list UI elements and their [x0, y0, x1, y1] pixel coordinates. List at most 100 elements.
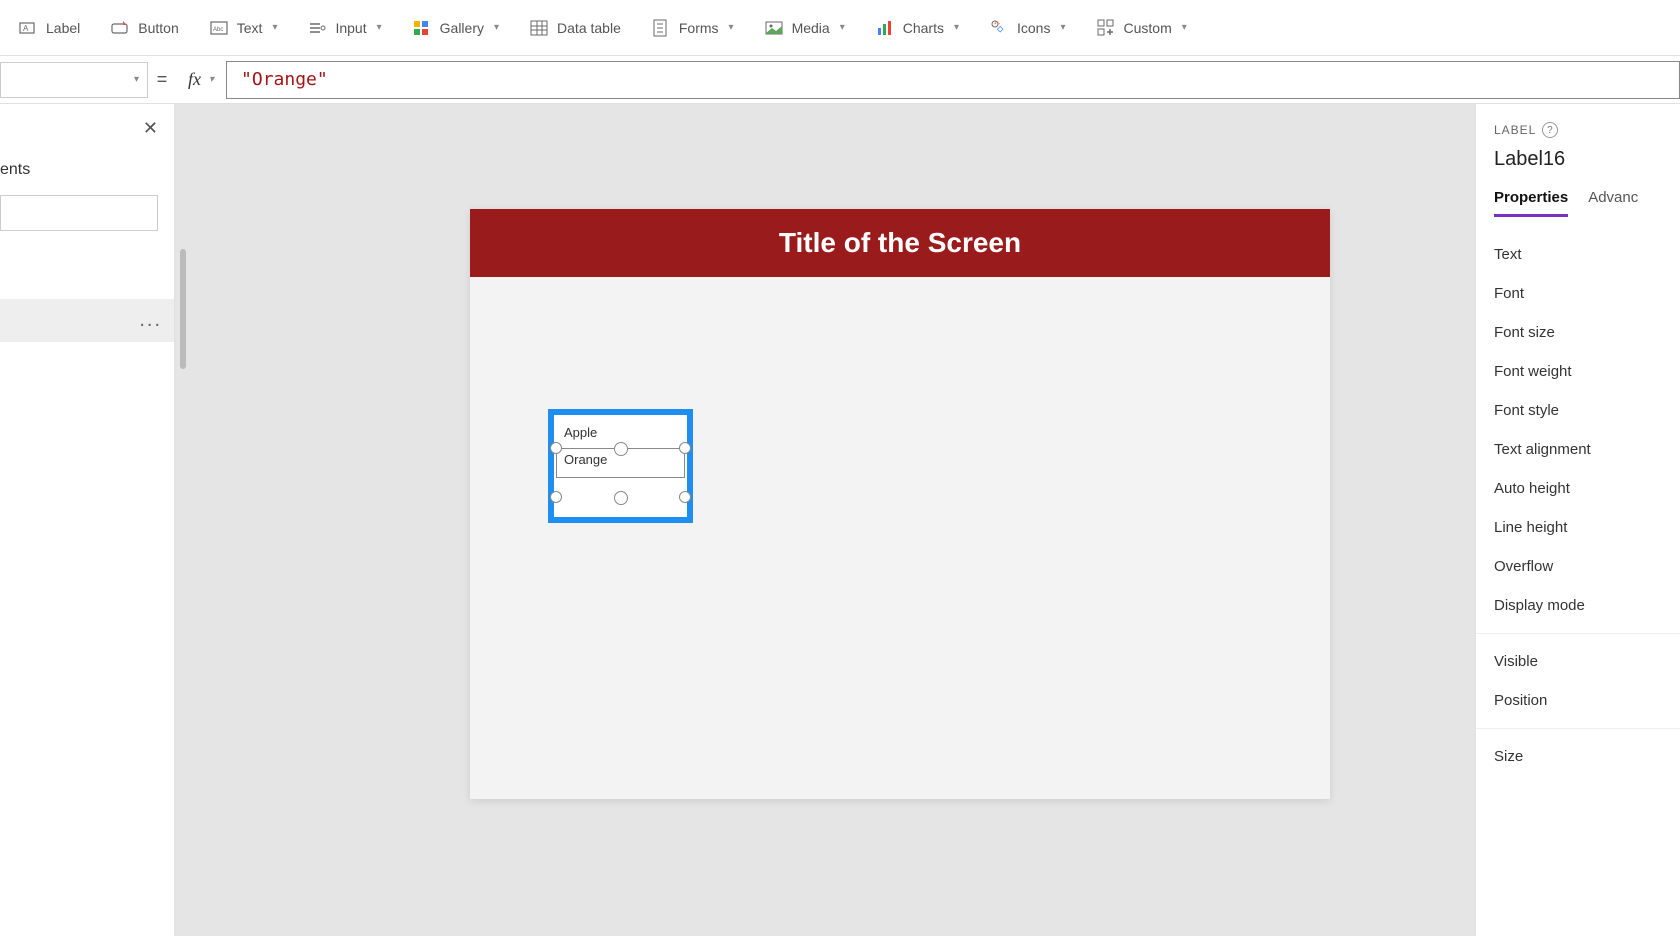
ribbon-text[interactable]: Abc Text ▾: [199, 12, 288, 44]
svg-text:A: A: [23, 24, 29, 33]
charts-icon: [875, 18, 895, 38]
screen-title-text: Title of the Screen: [779, 227, 1021, 259]
help-icon[interactable]: ?: [1542, 122, 1558, 138]
tab-advanced[interactable]: Advanc: [1588, 189, 1638, 217]
prop-font[interactable]: Font: [1494, 274, 1680, 313]
chevron-down-icon: ▾: [494, 22, 499, 33]
icons-icon: [989, 18, 1009, 38]
prop-line-height[interactable]: Line height: [1494, 508, 1680, 547]
chevron-down-icon: ▾: [729, 22, 734, 33]
input-icon: [307, 18, 327, 38]
equals-sign: =: [148, 69, 176, 90]
control-type-text: LABEL: [1494, 123, 1536, 137]
chevron-down-icon: ▾: [134, 74, 139, 85]
ribbon-gallery-text: Gallery: [440, 20, 484, 36]
tree-search-input[interactable]: [0, 195, 158, 231]
formula-input[interactable]: "Orange": [226, 61, 1680, 99]
divider: [1476, 633, 1680, 634]
prop-overflow[interactable]: Overflow: [1494, 547, 1680, 586]
ribbon-icons-text: Icons: [1017, 20, 1050, 36]
prop-position[interactable]: Position: [1494, 681, 1680, 720]
ribbon-icons[interactable]: Icons ▾: [979, 12, 1076, 44]
properties-list: Text Font Font size Font weight Font sty…: [1494, 235, 1680, 776]
formula-bar: ▾ = fx ▾ "Orange": [0, 56, 1680, 104]
fx-button[interactable]: fx ▾: [176, 69, 226, 90]
media-icon: [764, 18, 784, 38]
ribbon-button[interactable]: Button: [100, 12, 188, 44]
fx-label: fx: [188, 69, 201, 90]
listbox-item[interactable]: Apple: [564, 423, 677, 442]
tab-properties[interactable]: Properties: [1494, 189, 1568, 217]
canvas[interactable]: Title of the Screen Apple Orange: [175, 104, 1475, 936]
ribbon-forms[interactable]: Forms ▾: [641, 12, 744, 44]
chevron-down-icon: ▾: [377, 22, 382, 33]
chevron-down-icon: ▾: [1182, 22, 1187, 33]
control-type-label: LABEL ?: [1494, 122, 1680, 138]
panel-tabs: Properties Advanc: [1494, 189, 1680, 217]
chevron-down-icon: ▾: [954, 22, 959, 33]
ribbon-gallery[interactable]: Gallery ▾: [402, 12, 509, 44]
data-table-icon: [529, 18, 549, 38]
listbox-control[interactable]: Apple Orange: [548, 409, 693, 523]
resize-handle[interactable]: [679, 491, 691, 503]
chevron-down-icon: ▾: [209, 74, 214, 85]
ribbon-custom-text: Custom: [1124, 20, 1172, 36]
prop-font-weight[interactable]: Font weight: [1494, 352, 1680, 391]
screen-title-label[interactable]: Title of the Screen: [470, 209, 1330, 277]
ribbon-charts-text: Charts: [903, 20, 944, 36]
gallery-icon: [412, 18, 432, 38]
prop-text-alignment[interactable]: Text alignment: [1494, 430, 1680, 469]
app-screen[interactable]: Title of the Screen Apple Orange: [470, 209, 1330, 799]
tree-subtitle: ents: [0, 153, 174, 187]
prop-text[interactable]: Text: [1494, 235, 1680, 274]
resize-handle[interactable]: [679, 442, 691, 454]
prop-font-style[interactable]: Font style: [1494, 391, 1680, 430]
listbox-inner: Apple Orange: [554, 415, 687, 475]
ribbon-button-text: Button: [138, 20, 178, 36]
ribbon-label-text: Label: [46, 20, 80, 36]
resize-handle[interactable]: [550, 442, 562, 454]
forms-icon: [651, 18, 671, 38]
resize-handle[interactable]: [550, 491, 562, 503]
prop-visible[interactable]: Visible: [1494, 642, 1680, 681]
chevron-down-icon: ▾: [1060, 22, 1065, 33]
ribbon-charts[interactable]: Charts ▾: [865, 12, 969, 44]
more-icon[interactable]: ...: [139, 309, 162, 332]
control-name[interactable]: Label16: [1494, 148, 1680, 171]
ribbon-data-table[interactable]: Data table: [519, 12, 631, 44]
prop-auto-height[interactable]: Auto height: [1494, 469, 1680, 508]
prop-size[interactable]: Size: [1494, 737, 1680, 776]
svg-text:Abc: Abc: [213, 27, 223, 33]
workspace: ✕ ents ... Title of the Screen Apple: [0, 104, 1680, 936]
resize-handle[interactable]: [614, 491, 628, 505]
tree-item-selected[interactable]: ...: [0, 299, 174, 342]
text-icon: Abc: [209, 18, 229, 38]
prop-font-size[interactable]: Font size: [1494, 313, 1680, 352]
ribbon-label[interactable]: A Label: [8, 12, 90, 44]
ribbon-media-text: Media: [792, 20, 830, 36]
button-icon: [110, 18, 130, 38]
properties-panel: LABEL ? Label16 Properties Advanc Text F…: [1475, 104, 1680, 936]
ribbon-media[interactable]: Media ▾: [754, 12, 855, 44]
insert-ribbon: A Label Button Abc Text ▾ Input ▾ Galler…: [0, 0, 1680, 56]
ribbon-text-text: Text: [237, 20, 263, 36]
ribbon-input[interactable]: Input ▾: [297, 12, 391, 44]
ribbon-datatable-text: Data table: [557, 20, 621, 36]
label-icon: A: [18, 18, 38, 38]
scrollbar[interactable]: [180, 249, 186, 369]
property-selector[interactable]: ▾: [0, 62, 148, 98]
ribbon-custom[interactable]: Custom ▾: [1086, 12, 1197, 44]
tree-view-panel: ✕ ents ...: [0, 104, 175, 936]
selected-label-control[interactable]: Orange: [564, 452, 677, 467]
ribbon-input-text: Input: [335, 20, 366, 36]
tree-header: ✕: [0, 104, 174, 153]
chevron-down-icon: ▾: [272, 22, 277, 33]
custom-icon: [1096, 18, 1116, 38]
formula-text: "Orange": [241, 69, 328, 90]
ribbon-forms-text: Forms: [679, 20, 719, 36]
chevron-down-icon: ▾: [840, 22, 845, 33]
resize-handle[interactable]: [614, 442, 628, 456]
divider: [1476, 728, 1680, 729]
close-icon[interactable]: ✕: [143, 118, 158, 139]
prop-display-mode[interactable]: Display mode: [1494, 586, 1680, 625]
